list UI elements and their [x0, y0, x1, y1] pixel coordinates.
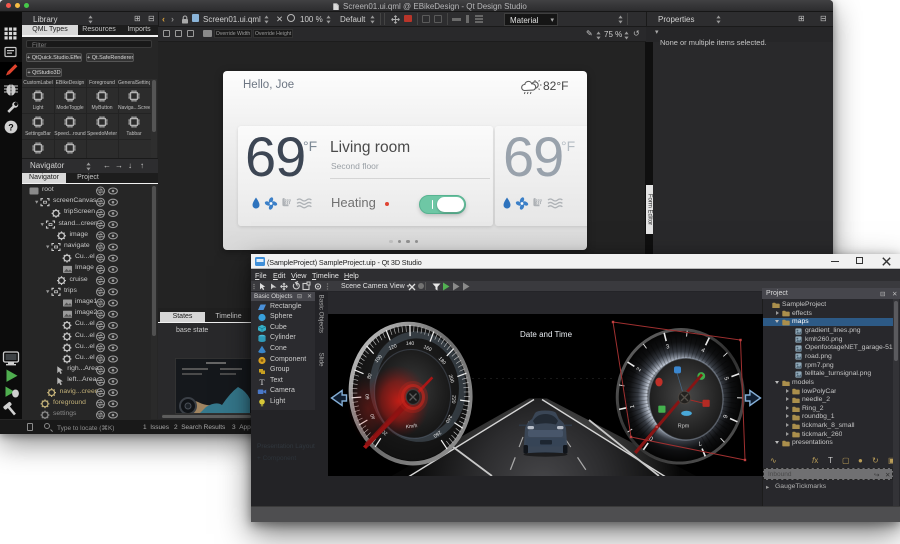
svg-text:T: T	[259, 377, 265, 386]
svg-text:Date and Time: Date and Time	[520, 330, 573, 339]
svg-text:140: 140	[406, 341, 415, 347]
svg-text:?: ?	[8, 122, 14, 132]
svg-text:Rpm: Rpm	[678, 424, 690, 430]
